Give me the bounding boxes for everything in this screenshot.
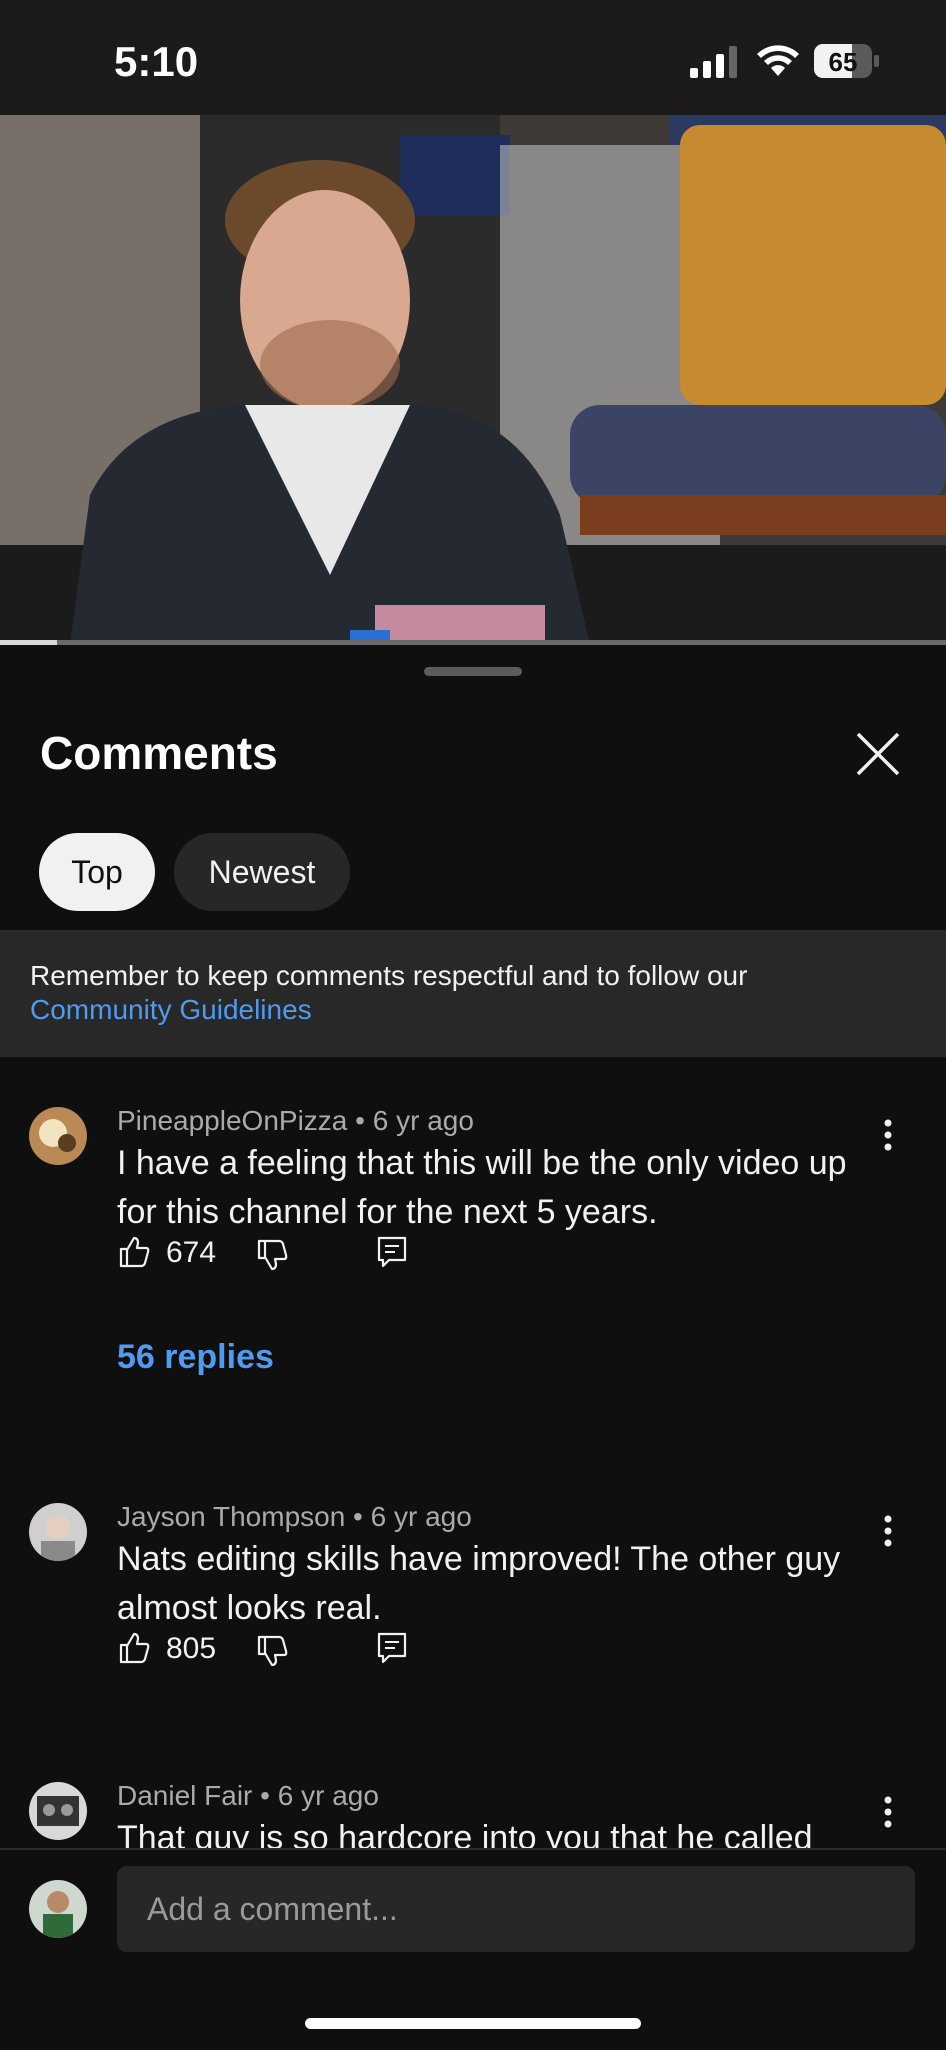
reply-icon[interactable] [375,1631,409,1665]
comments-sheet: Comments Top Newest Remember to keep com… [0,650,946,2048]
signal-icon [690,46,737,78]
notice-text: Remember to keep comments respectful and… [30,960,748,991]
chip-top[interactable]: Top [39,833,155,911]
battery-level: 65 [828,47,858,77]
comment-meta: Jayson Thompson • 6 yr ago [117,1501,472,1532]
comment-item: Daniel Fair • 6 yr ago That guy is so ha… [0,1780,946,1848]
like-count: 674 [166,1236,217,1269]
community-notice: Remember to keep comments respectful and… [0,930,946,1057]
chip-newest[interactable]: Newest [174,833,350,911]
wifi-icon [757,45,799,76]
comment-text: That guy is so hardcore into you that he… [117,1819,813,1848]
drag-handle[interactable] [424,667,522,676]
avatar[interactable] [29,1782,87,1840]
reply-icon[interactable] [375,1235,409,1269]
battery-icon: 65 [814,44,880,78]
comment-meta: Daniel Fair • 6 yr ago [117,1780,379,1811]
dislike-icon[interactable] [255,1634,289,1668]
avatar[interactable] [29,1503,87,1561]
add-comment-input[interactable] [117,1866,915,1952]
replies-link[interactable]: 56 replies [117,1338,274,1377]
video-progress-fill [0,640,57,645]
like-count: 805 [166,1632,217,1665]
video-progress-bar[interactable] [0,640,946,645]
user-avatar[interactable] [29,1880,87,1938]
video-player[interactable] [0,115,946,645]
avatar[interactable] [29,1107,87,1165]
comment-meta: PineappleOnPizza • 6 yr ago [117,1105,474,1136]
home-indicator[interactable] [305,2018,641,2029]
comment-composer [0,1848,946,2050]
sheet-title: Comments [40,727,278,779]
dislike-icon[interactable] [255,1238,289,1272]
close-icon[interactable] [850,726,906,782]
comment-text: I have a feeling that this will be the o… [117,1144,847,1231]
like-icon[interactable] [117,1235,151,1269]
comment-text: Nats editing skills have improved! The o… [117,1540,841,1627]
like-icon[interactable] [117,1631,151,1665]
community-guidelines-link[interactable]: Community Guidelines [30,994,312,1026]
status-bar: 5:10 65 [0,0,946,115]
video-frame [0,115,946,645]
status-time: 5:10 [114,38,199,85]
